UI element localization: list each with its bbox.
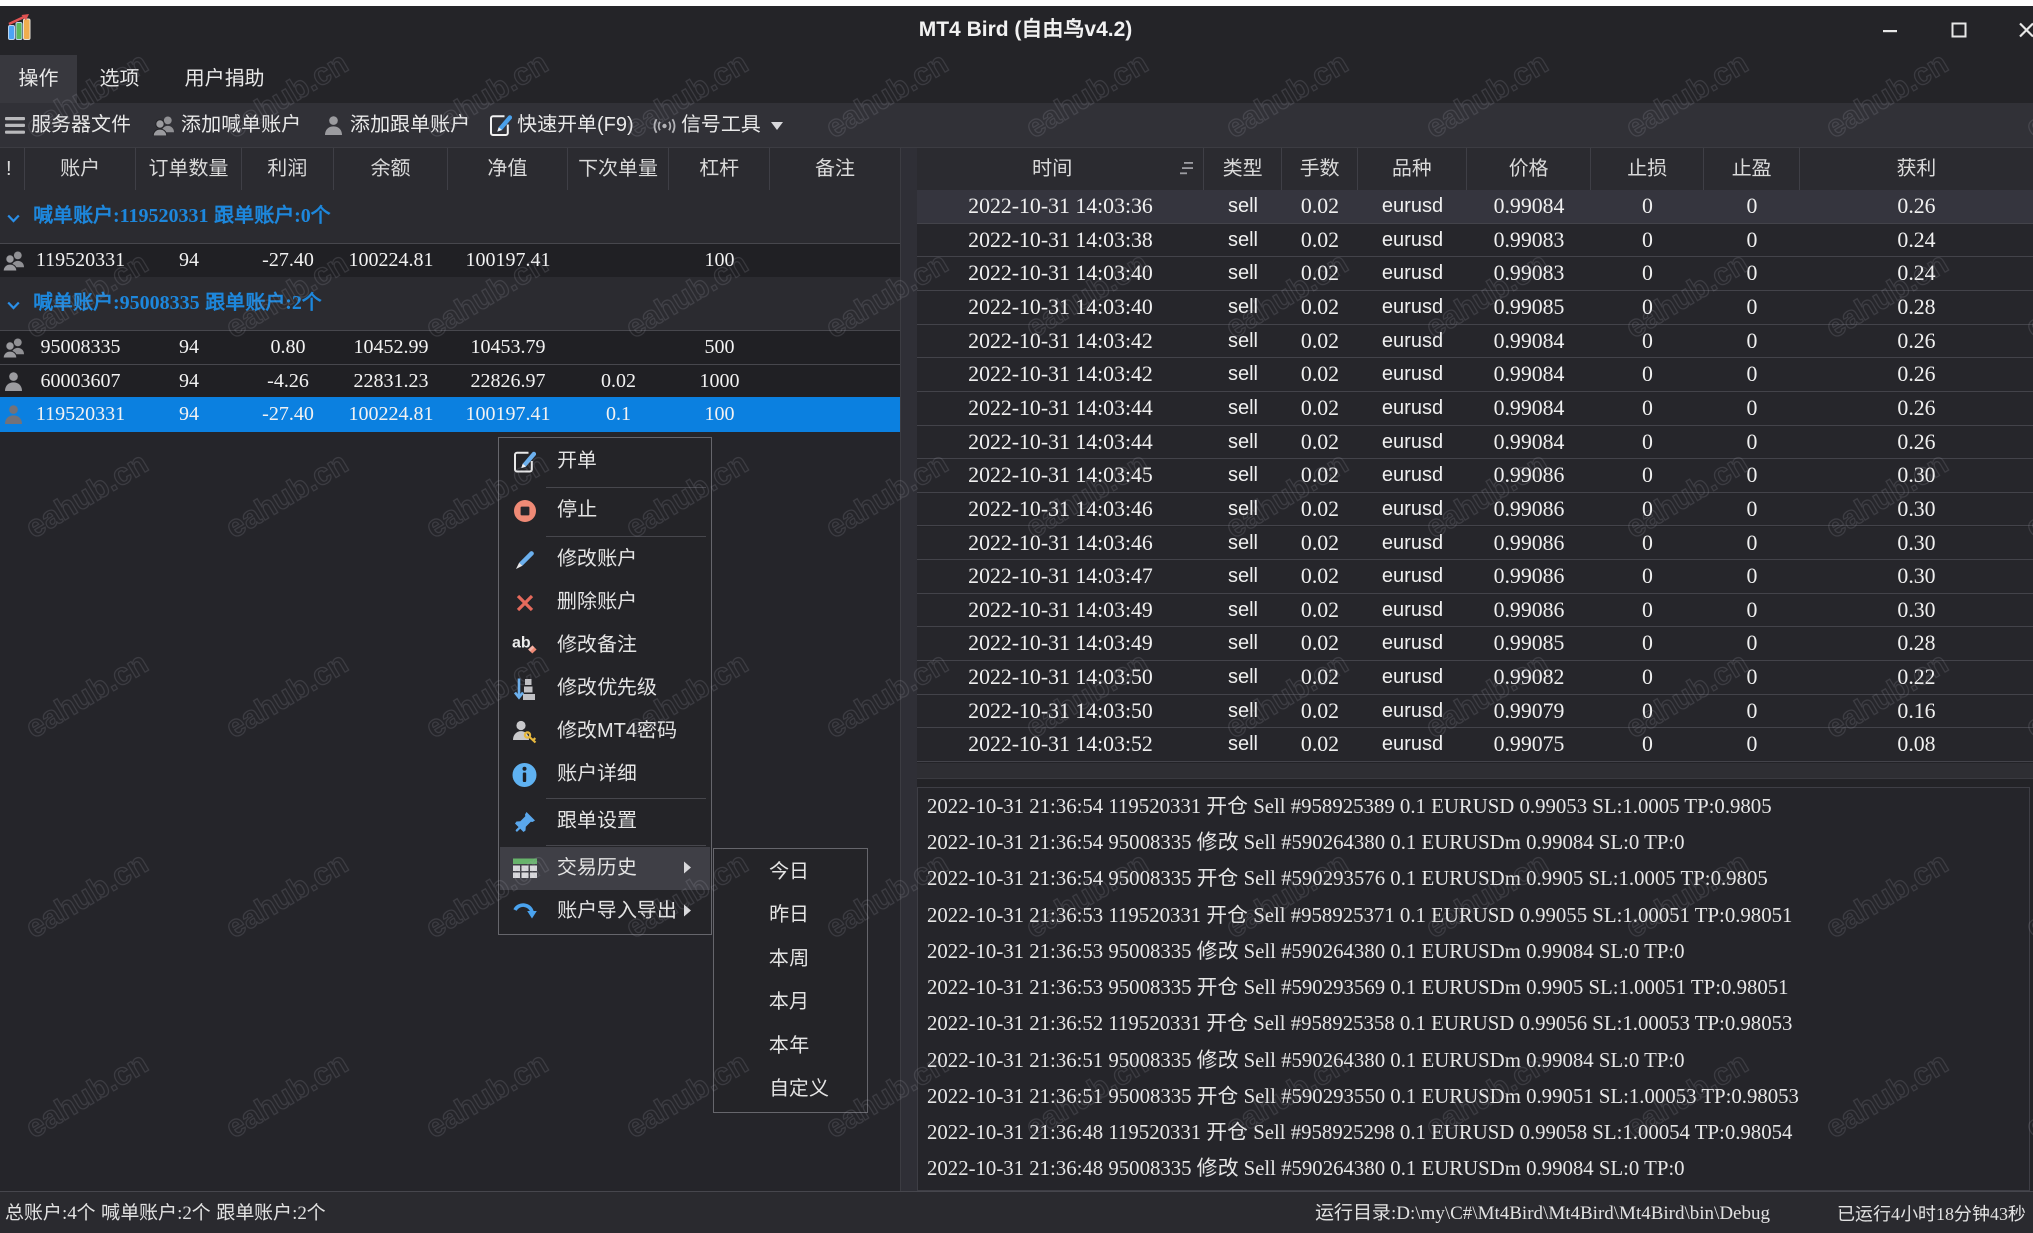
svg-text:ab: ab [512, 634, 531, 651]
